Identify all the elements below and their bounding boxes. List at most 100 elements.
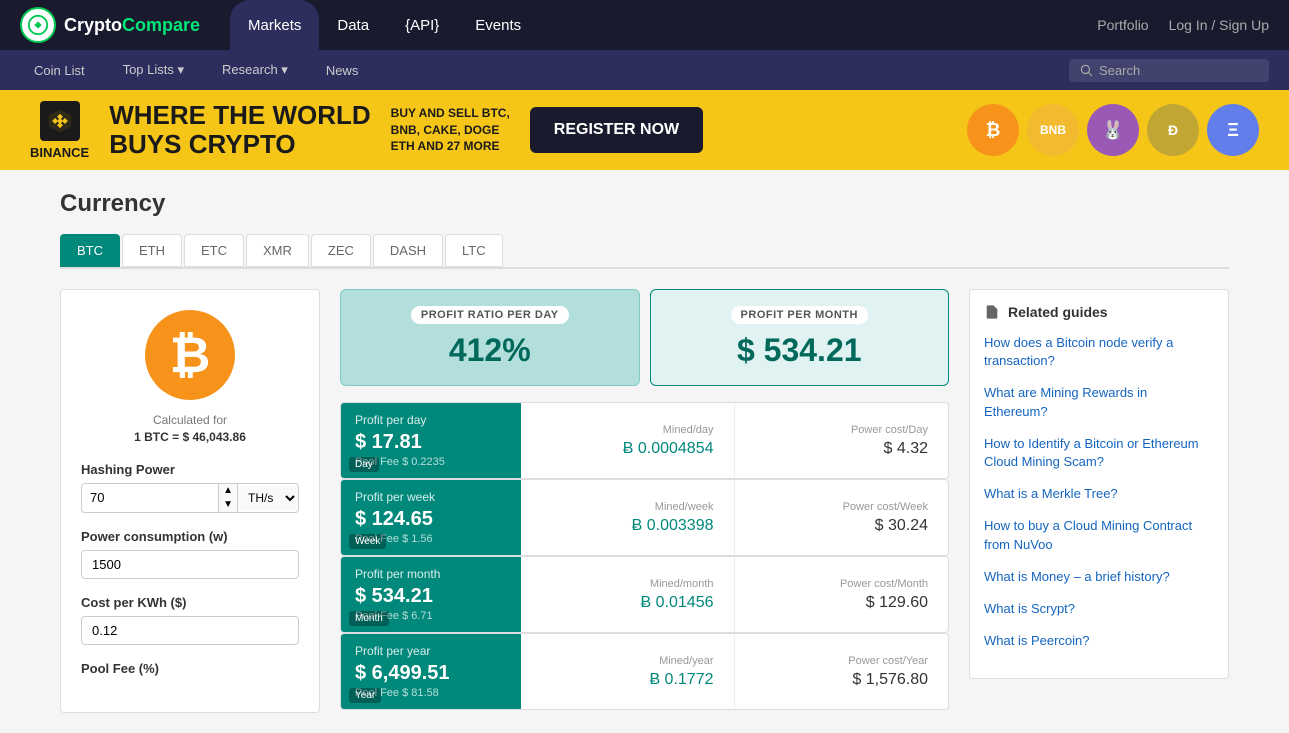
sec-nav-news[interactable]: News <box>312 50 373 90</box>
tab-xmr[interactable]: XMR <box>246 234 309 267</box>
profit-day-value: 412% <box>449 332 531 369</box>
hash-unit-select[interactable]: TH/s GH/s MH/s <box>238 486 298 510</box>
table-row: Profit per day $ 17.81 Pool Fee $ 0.2235… <box>340 402 949 479</box>
profit-row-title: Profit per week <box>355 490 507 504</box>
mined-value: Ƀ 0.01456 <box>641 594 714 612</box>
profit-row-power: Power cost/Month $ 129.60 <box>735 557 949 632</box>
brand-name: BINANCE <box>30 145 89 160</box>
top-navigation: CryptoCompare Markets Data {API} Events … <box>0 0 1289 50</box>
hash-decrement-button[interactable]: ▼ <box>219 498 237 512</box>
tab-etc[interactable]: ETC <box>184 234 244 267</box>
hashing-power-label: Hashing Power <box>81 462 299 477</box>
binance-icon <box>40 101 80 141</box>
power-value: $ 1,576.80 <box>852 671 928 689</box>
profit-row-label: Profit per month $ 534.21 Pool Fee $ 6.7… <box>341 557 521 632</box>
power-value: $ 129.60 <box>866 594 928 612</box>
profit-row-mined: Mined/week Ƀ 0.003398 <box>521 480 735 555</box>
btc-coin-icon: ₿ <box>967 104 1019 156</box>
table-row: Profit per month $ 534.21 Pool Fee $ 6.7… <box>340 556 949 633</box>
profit-row-amount: $ 6,499.51 <box>355 662 507 685</box>
list-item[interactable]: What are Mining Rewards in Ethereum? <box>984 384 1214 420</box>
profit-row-period: Year <box>349 688 381 703</box>
logo-text: CryptoCompare <box>64 15 200 36</box>
mined-label: Mined/month <box>650 578 714 590</box>
portfolio-link[interactable]: Portfolio <box>1097 17 1148 33</box>
login-link[interactable]: Log In / Sign Up <box>1169 17 1269 33</box>
tab-zec[interactable]: ZEC <box>311 234 371 267</box>
profit-month-label: PROFIT PER MONTH <box>731 306 868 324</box>
profit-row-power: Power cost/Day $ 4.32 <box>735 403 949 478</box>
profit-day-card: PROFIT RATIO PER DAY 412% <box>340 289 640 386</box>
tab-ltc[interactable]: LTC <box>445 234 503 267</box>
tab-eth[interactable]: ETH <box>122 234 182 267</box>
profit-row-amount: $ 17.81 <box>355 431 507 454</box>
list-item[interactable]: What is Money – a brief history? <box>984 568 1214 586</box>
list-item[interactable]: How does a Bitcoin node verify a transac… <box>984 334 1214 370</box>
profit-row-label: Profit per year $ 6,499.51 Pool Fee $ 81… <box>341 634 521 709</box>
document-icon <box>984 304 1000 320</box>
tab-btc[interactable]: BTC <box>60 234 120 267</box>
banner: BINANCE WHERE THE WORLD BUYS CRYPTO BUY … <box>0 90 1289 170</box>
hash-increment-button[interactable]: ▲ <box>219 484 237 498</box>
page-content: Currency BTC ETH ETC XMR ZEC DASH LTC ₿ … <box>0 170 1289 733</box>
related-guides: Related guides How does a Bitcoin node v… <box>969 289 1229 679</box>
profit-row-power: Power cost/Week $ 30.24 <box>735 480 949 555</box>
nav-markets[interactable]: Markets <box>230 0 319 50</box>
profit-row-title: Profit per month <box>355 567 507 581</box>
nav-right: Portfolio Log In / Sign Up <box>1097 17 1269 33</box>
list-item[interactable]: How to Identify a Bitcoin or Ethereum Cl… <box>984 435 1214 471</box>
search-box[interactable] <box>1069 59 1269 82</box>
profit-row-period: Week <box>349 534 386 549</box>
nav-api[interactable]: {API} <box>387 0 457 50</box>
mined-value: Ƀ 0.1772 <box>649 671 713 689</box>
hash-stepper[interactable]: ▲ ▼ <box>218 484 238 512</box>
nav-data[interactable]: Data <box>319 0 387 50</box>
bnb-coin-icon: BNB <box>1027 104 1079 156</box>
logo[interactable]: CryptoCompare <box>20 7 200 43</box>
hashing-power-input[interactable] <box>82 484 218 511</box>
logo-icon <box>20 7 56 43</box>
calculated-for: Calculated for 1 BTC = $ 46,043.86 <box>81 412 299 446</box>
pool-fee-section: Pool Fee (%) <box>81 661 299 676</box>
nav-events[interactable]: Events <box>457 0 539 50</box>
list-item[interactable]: What is Scrypt? <box>984 600 1214 618</box>
sec-nav-research[interactable]: Research ▾ <box>208 50 302 90</box>
power-label: Power cost/Week <box>843 501 928 513</box>
profit-row-title: Profit per year <box>355 644 507 658</box>
eth-coin-icon: Ξ <box>1207 104 1259 156</box>
hashing-power-section: Hashing Power ▲ ▼ TH/s GH/s MH/s <box>81 462 299 513</box>
pool-fee-label: Pool Fee (%) <box>81 661 299 676</box>
center-panel: PROFIT RATIO PER DAY 412% PROFIT PER MON… <box>340 289 949 713</box>
list-item[interactable]: How to buy a Cloud Mining Contract from … <box>984 517 1214 553</box>
profit-row-amount: $ 124.65 <box>355 508 507 531</box>
left-panel: ₿ Calculated for 1 BTC = $ 46,043.86 Has… <box>60 289 320 713</box>
list-item[interactable]: What is Peercoin? <box>984 632 1214 650</box>
power-label: Power cost/Month <box>840 578 928 590</box>
power-label: Power cost/Day <box>851 424 928 436</box>
power-value: $ 30.24 <box>875 517 928 535</box>
power-consumption-section: Power consumption (w) <box>81 529 299 579</box>
mined-label: Mined/day <box>663 424 714 436</box>
banner-logo: BINANCE <box>30 101 89 160</box>
power-consumption-label: Power consumption (w) <box>81 529 299 544</box>
profit-row-period: Day <box>349 457 379 472</box>
list-item[interactable]: What is a Merkle Tree? <box>984 485 1214 503</box>
power-value: $ 4.32 <box>884 440 928 458</box>
search-input[interactable] <box>1099 63 1259 78</box>
profit-row-label: Profit per week $ 124.65 Pool Fee $ 1.56… <box>341 480 521 555</box>
cost-per-kwh-input[interactable] <box>81 616 299 645</box>
sec-nav-top-lists[interactable]: Top Lists ▾ <box>109 50 198 90</box>
profit-row-mined: Mined/month Ƀ 0.01456 <box>521 557 735 632</box>
power-consumption-input[interactable] <box>81 550 299 579</box>
tab-dash[interactable]: DASH <box>373 234 443 267</box>
btc-icon-container: ₿ <box>81 310 299 400</box>
profit-month-card: PROFIT PER MONTH $ 534.21 <box>650 289 950 386</box>
sec-nav-coin-list[interactable]: Coin List <box>20 50 99 90</box>
guides-list: How does a Bitcoin node verify a transac… <box>984 334 1214 650</box>
register-now-button[interactable]: REGISTER NOW <box>530 107 703 153</box>
hashing-power-input-group[interactable]: ▲ ▼ TH/s GH/s MH/s <box>81 483 299 513</box>
profit-day-label: PROFIT RATIO PER DAY <box>411 306 569 324</box>
mined-value: Ƀ 0.003398 <box>632 517 714 535</box>
btc-logo: ₿ <box>145 310 235 400</box>
table-row: Profit per week $ 124.65 Pool Fee $ 1.56… <box>340 479 949 556</box>
